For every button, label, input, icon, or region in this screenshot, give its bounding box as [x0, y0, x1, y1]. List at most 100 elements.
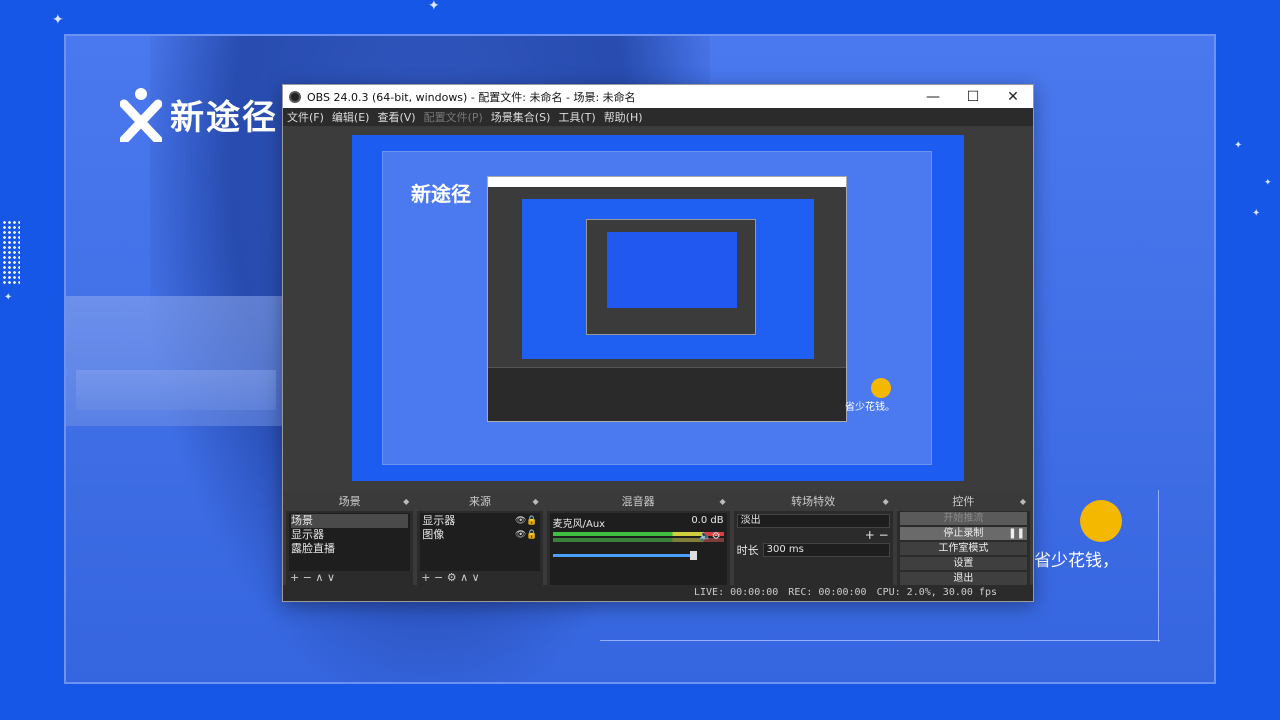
speaker-gear-icon[interactable]: 🔈⚙: [699, 531, 720, 542]
mixer-channel-name: 麦克风/Aux: [552, 519, 606, 530]
source-item[interactable]: 图像 👁🔒: [422, 528, 537, 542]
sources-dock: 来源 ◆ 显示器 👁🔒 图像 👁🔒 + − ⚙ ∧ ∨: [417, 493, 543, 585]
duration-spinbox[interactable]: 300 ms: [762, 543, 890, 557]
sparkle-icon: ✦: [1264, 178, 1272, 188]
source-item[interactable]: 显示器 👁🔒: [422, 514, 537, 528]
sources-title: 来源: [468, 495, 491, 508]
visibility-lock-icon[interactable]: 👁🔒: [515, 528, 538, 542]
volume-meter: [552, 532, 724, 536]
settings-button[interactable]: 设置: [899, 557, 1027, 570]
nested-preview-level3: [607, 232, 737, 308]
preview-slide: 新途径 省少花钱。: [382, 151, 932, 465]
duration-label: 时长: [736, 544, 759, 557]
live-status: LIVE: 00:00:00: [694, 587, 779, 598]
sources-toolbar[interactable]: + − ⚙ ∧ ∨: [417, 571, 542, 585]
menu-bar: 文件(F) 编辑(E) 查看(V) 配置文件(P) 场景集合(S) 工具(T) …: [283, 108, 1033, 126]
nested-dock-area: [488, 367, 846, 421]
dock-float-icon[interactable]: ◆: [719, 493, 725, 511]
exit-button[interactable]: 退出: [899, 572, 1027, 585]
stop-recording-label: 停止录制: [943, 528, 984, 539]
sources-list: 显示器 👁🔒 图像 👁🔒: [420, 513, 540, 571]
menu-file[interactable]: 文件(F): [287, 109, 324, 125]
transitions-title: 转场特效: [791, 495, 836, 508]
minimize-button[interactable]: —: [913, 89, 953, 105]
scenes-dock-header: 场景 ◆: [286, 493, 414, 511]
background-caption: 省少花钱，: [1034, 551, 1119, 571]
preview-canvas[interactable]: 新途径 省少花钱。: [352, 135, 964, 481]
visibility-lock-icon[interactable]: 👁🔒: [515, 514, 538, 528]
deco-line: [1158, 490, 1159, 642]
preview-caption: 省少花钱。: [845, 402, 895, 413]
pause-icon[interactable]: ❚❚: [1008, 527, 1025, 540]
transition-select[interactable]: 淡出: [736, 514, 890, 528]
nested-title-bar: [488, 177, 846, 187]
sparkle-icon: ✦: [1234, 140, 1243, 151]
nested-preview-level2: [586, 219, 756, 335]
audio-mixer-dock: 混音器 ◆ 麦克风/Aux 0.0 dB 🔈⚙: [546, 493, 730, 585]
sources-dock-header: 来源 ◆: [417, 493, 543, 511]
nested-obs-window: [487, 176, 847, 422]
dock-float-icon[interactable]: ◆: [883, 493, 889, 511]
volume-slider[interactable]: [552, 551, 697, 560]
preview-area: 新途径 省少花钱。: [284, 127, 1032, 492]
scene-item[interactable]: 显示器: [291, 528, 408, 542]
transition-duration: 时长 300 ms: [734, 542, 893, 558]
brand-mark-icon: [119, 86, 163, 145]
scenes-title: 场景: [338, 495, 361, 508]
start-streaming-button[interactable]: 开始推流: [899, 512, 1027, 525]
dot-grid-decoration: [2, 220, 20, 284]
scenes-dock: 场景 ◆ 场景 显示器 露脸直播 + − ∧ ∨: [286, 493, 414, 585]
menu-scene-collection[interactable]: 场景集合(S): [491, 109, 551, 125]
volume-meter: [552, 538, 724, 542]
cpu-status: CPU: 2.0%, 30.00 fps: [876, 587, 997, 598]
mixer-channel-level: 0.0 dB: [691, 515, 724, 526]
deco-line: [600, 640, 1160, 641]
preview-brand-text: 新途径: [411, 182, 471, 206]
scene-item[interactable]: 露脸直播: [291, 542, 408, 556]
dock-panel-row: 场景 ◆ 场景 显示器 露脸直播 + − ∧ ∨ 来源 ◆ 显示器 👁🔒 图像 …: [284, 493, 1032, 585]
window-title: OBS 24.0.3 (64-bit, windows) - 配置文件: 未命名…: [307, 90, 636, 104]
menu-edit[interactable]: 编辑(E): [332, 109, 370, 125]
mixer-channel-row: 麦克风/Aux 0.0 dB: [553, 515, 724, 530]
menu-tools[interactable]: 工具(T): [558, 109, 595, 125]
scenes-toolbar[interactable]: + − ∧ ∨: [286, 571, 413, 585]
status-bar: LIVE: 00:00:00 REC: 00:00:00 CPU: 2.0%, …: [283, 585, 1033, 601]
scenes-list: 场景 显示器 露脸直播: [289, 513, 411, 571]
brand-text: 新途径: [170, 97, 278, 138]
yellow-dot-decoration: [1080, 500, 1122, 542]
sparkle-icon: ✦: [4, 292, 13, 303]
controls-dock: 控件 ◆ 开始推流 停止录制 ❚❚ 工作室模式 设置 退出: [896, 493, 1030, 585]
dock-float-icon[interactable]: ◆: [532, 493, 538, 511]
mixer-title: 混音器: [621, 495, 655, 508]
studio-mode-button[interactable]: 工作室模式: [899, 542, 1027, 555]
preview-yellow-dot: [871, 378, 891, 398]
controls-title: 控件: [952, 495, 975, 508]
transition-add-remove[interactable]: + −: [734, 528, 893, 542]
controls-dock-header: 控件 ◆: [896, 493, 1030, 511]
sparkle-icon: ✦: [428, 0, 440, 14]
dock-float-icon[interactable]: ◆: [403, 493, 409, 511]
obs-window: OBS 24.0.3 (64-bit, windows) - 配置文件: 未命名…: [282, 84, 1034, 602]
rec-status: REC: 00:00:00: [788, 587, 867, 598]
menu-view[interactable]: 查看(V): [377, 109, 415, 125]
desk-decoration-lower: [76, 370, 276, 410]
transitions-dock: 转场特效 ◆ 淡出 + − 时长 300 ms: [733, 493, 893, 585]
sparkle-icon: ✦: [1252, 208, 1261, 219]
mixer-body: 麦克风/Aux 0.0 dB 🔈⚙: [549, 513, 727, 585]
source-label: 图像: [422, 528, 445, 541]
title-bar: OBS 24.0.3 (64-bit, windows) - 配置文件: 未命名…: [283, 85, 1033, 108]
sparkle-icon: ✦: [52, 12, 64, 28]
mixer-dock-header: 混音器 ◆: [546, 493, 730, 511]
brand-logo: 新途径: [119, 86, 278, 145]
source-label: 显示器: [422, 514, 456, 527]
menu-help[interactable]: 帮助(H): [604, 109, 643, 125]
nested-preview: [522, 199, 814, 359]
transitions-dock-header: 转场特效 ◆: [733, 493, 893, 511]
maximize-button[interactable]: ☐: [953, 89, 993, 105]
scene-item[interactable]: 场景: [291, 514, 409, 528]
dock-float-icon[interactable]: ◆: [1020, 493, 1026, 511]
obs-logo-icon: [289, 90, 301, 103]
menu-profile[interactable]: 配置文件(P): [424, 109, 483, 125]
stop-recording-button[interactable]: 停止录制 ❚❚: [899, 527, 1027, 540]
close-button[interactable]: ✕: [993, 89, 1033, 105]
